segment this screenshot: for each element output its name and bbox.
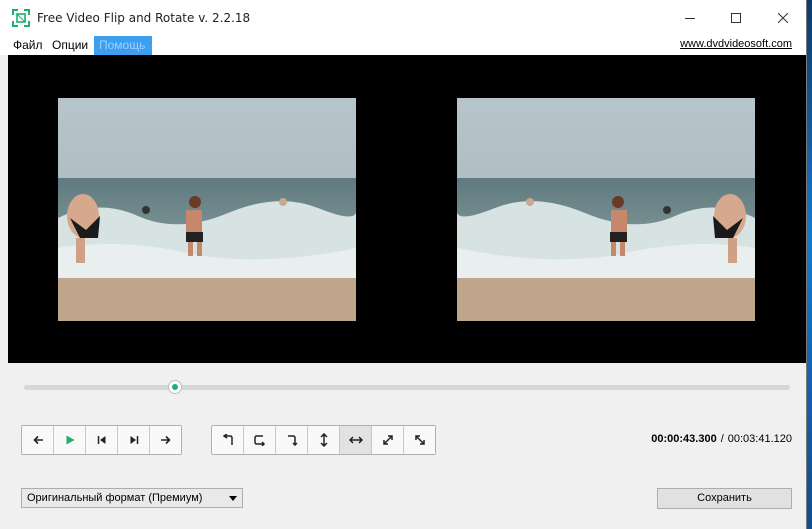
- rotate-left-icon: [222, 434, 233, 445]
- window-title: Free Video Flip and Rotate v. 2.2.18: [37, 11, 251, 25]
- transverse-icon: [414, 435, 425, 445]
- preview-video-frame: [457, 98, 755, 321]
- transpose-button[interactable]: [372, 426, 404, 454]
- chevron-down-icon: [229, 496, 237, 501]
- step-forward-button[interactable]: [150, 426, 181, 454]
- website-link[interactable]: www.dvdvideosoft.com: [680, 38, 792, 50]
- rotate-left-button[interactable]: [212, 426, 244, 454]
- transform-controls: [211, 425, 436, 455]
- app-icon: [12, 9, 30, 27]
- time-separator: /: [720, 433, 724, 445]
- maximize-icon: [731, 13, 741, 23]
- flip-horizontal-button[interactable]: [340, 426, 372, 454]
- rotate-180-button[interactable]: [244, 426, 276, 454]
- rotate-right-icon: [287, 435, 298, 446]
- flip-vertical-button[interactable]: [308, 426, 340, 454]
- app-window: Free Video Flip and Rotate v. 2.2.18 Фай…: [0, 0, 807, 529]
- playback-controls: [21, 425, 182, 455]
- time-display: 00:00:43.300/00:03:41.120: [651, 433, 792, 445]
- current-time: 00:00:43.300: [651, 433, 717, 445]
- minimize-button[interactable]: [667, 0, 713, 36]
- step-back-button[interactable]: [22, 426, 54, 454]
- save-button[interactable]: Сохранить: [657, 488, 792, 509]
- menu-options[interactable]: Опции: [47, 36, 93, 55]
- video-preview-area: [8, 55, 806, 363]
- original-video-frame: [58, 98, 356, 321]
- flip-vertical-icon: [319, 433, 328, 447]
- play-icon: [66, 435, 74, 445]
- play-button[interactable]: [54, 426, 86, 454]
- close-button[interactable]: [760, 0, 806, 36]
- output-format-value: Оригинальный формат (Премиум): [27, 492, 203, 504]
- transpose-icon: [382, 435, 393, 445]
- rotate-180-icon: [253, 435, 265, 446]
- maximize-button[interactable]: [713, 0, 759, 36]
- skip-to-start-button[interactable]: [86, 426, 118, 454]
- title-bar: Free Video Flip and Rotate v. 2.2.18: [0, 0, 806, 36]
- flip-horizontal-icon: [348, 436, 363, 444]
- skip-to-end-button[interactable]: [118, 426, 150, 454]
- menu-file[interactable]: Файл: [8, 36, 48, 55]
- step-forward-icon: [160, 435, 171, 445]
- transverse-button[interactable]: [404, 426, 435, 454]
- menu-bar: Файл Опции Помощь www.dvdvideosoft.com: [0, 36, 806, 55]
- menu-help[interactable]: Помощь: [94, 36, 152, 55]
- step-back-icon: [32, 435, 43, 445]
- close-icon: [778, 13, 788, 23]
- seek-bar[interactable]: [24, 385, 790, 390]
- rotate-right-button[interactable]: [276, 426, 308, 454]
- total-time: 00:03:41.120: [727, 433, 792, 445]
- skip-to-end-icon: [130, 436, 138, 444]
- seek-thumb[interactable]: [168, 380, 182, 394]
- minimize-icon: [685, 18, 695, 19]
- skip-to-start-icon: [97, 436, 105, 444]
- output-format-select[interactable]: Оригинальный формат (Премиум): [21, 488, 243, 508]
